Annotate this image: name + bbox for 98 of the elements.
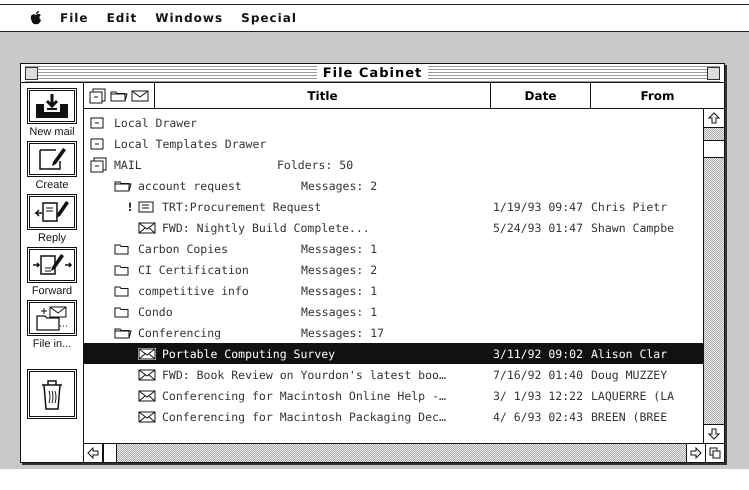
item-title: Carbon Copies [138,242,228,256]
date-cell-text: 1/19/93 09:47 [492,200,584,214]
note-icon [138,200,156,212]
create-button[interactable] [27,141,77,177]
reply-page-icon [33,199,71,225]
item-title: Local Templates Drawer [114,136,266,150]
menu-item[interactable]: Windows [155,11,224,25]
envelope-icon [138,348,156,360]
item-title: Conferencing for Macintosh Online Help -… [162,388,446,402]
menu-item[interactable]: File [60,11,89,25]
item-info: Messages: 2 [301,262,378,276]
right-arrow-icon[interactable] [690,447,702,459]
list-row[interactable]: Carbon Copies Messages: 1 [84,238,703,259]
list-row[interactable]: Condo Messages: 1 [84,301,703,322]
sender-cell-text: Alison Clar [591,346,668,360]
column-header[interactable]: Title [155,83,491,108]
drawer-icon [90,116,104,128]
sender-cell-text: LAQUERRE (LA [591,388,676,402]
item-title: CI Certification [138,262,249,276]
sender-cell-text: Chris Pietr [591,200,668,214]
scroll-thumb[interactable] [704,140,724,158]
date-cell-text: 7/16/92 01:40 [492,368,584,382]
item-title: Portable Computing Survey [162,346,336,360]
date-cell-text: 3/ 1/93 12:22 [492,388,584,402]
file-in-button[interactable] [27,300,77,336]
priority-text: ! [126,200,134,214]
envelope-icon [138,222,156,234]
forward-button[interactable] [27,247,77,283]
sender-cell-text: BREEN (BREE [591,410,668,424]
item-info: Messages: 1 [301,242,378,256]
window-title: File Cabinet [316,66,428,80]
down-arrow-icon[interactable] [708,428,720,440]
item-info: Messages: 2 [301,178,378,192]
item-title: TRT:Procurement Request [162,200,322,214]
grow-box-icon[interactable] [709,447,721,459]
toolbar-label: Reply [38,232,66,244]
list-row[interactable]: FWD: Book Review on Yourdon's latest boo… 7/16/92 01:40 Doug MUZZEY [84,364,703,385]
list-row[interactable]: Conferencing for Macintosh Packaging Dec… 4/ 6/93 02:43 BREEN (BREE [84,406,703,427]
item-title: Local Drawer [114,116,198,130]
forward-page-icon [31,252,73,278]
cabinet-view-icon[interactable] [89,88,107,104]
folder-view-icon[interactable] [110,89,128,102]
sender-cell-text: Shawn Campbe [591,220,676,234]
item-info: Messages: 1 [301,304,378,318]
sender-cell-text: Doug MUZZEY [591,368,668,382]
envelope-icon [138,410,156,422]
pencil-page-icon [37,146,67,172]
envelope-icon [138,390,156,402]
new-mail-button[interactable] [27,88,77,124]
cabinet-icon [90,156,108,172]
selected-row[interactable]: Portable Computing Survey 3/11/92 09:02 Alison Clar [84,343,703,364]
list-row[interactable]: Local Drawer [84,112,703,133]
left-arrow-icon[interactable] [87,447,99,459]
item-title: Conferencing for Macintosh Packaging Dec… [162,410,446,424]
item-title: FWD: Nightly Build Complete... [162,220,370,234]
list-row[interactable]: FWD: Nightly Build Complete... 5/24/93 01:47 Shawn Campbe [84,217,703,238]
item-title: FWD: Book Review on Yourdon's latest boo… [162,368,446,382]
envelope-view-icon[interactable] [131,90,149,102]
vertical-scrollbar[interactable] [703,109,724,443]
list-row[interactable]: competitive info Messages: 1 [84,280,703,301]
list-row[interactable]: ! TRT:Procurement Request 1/19/93 09:47 Chris Pietr [84,196,703,217]
item-title: Conferencing [138,326,222,340]
item-title: MAIL [114,158,142,172]
list-row[interactable]: account request Messages: 2 [84,175,703,196]
date-cell-text: 5/24/93 01:47 [492,220,584,234]
toolbar-label: Forward [32,285,72,297]
reply-button[interactable] [27,194,77,230]
scroll-thumb[interactable] [103,444,117,462]
list-row[interactable]: Conferencing for Macintosh Online Help -… 3/ 1/93 12:22 LAQUERRE (LA [84,385,703,406]
date-cell-text: 4/ 6/93 02:43 [492,410,584,424]
toolbar-label: New mail [29,126,75,138]
item-info: Messages: 1 [301,284,378,298]
zoom-box[interactable] [707,66,720,80]
close-box[interactable] [25,66,38,80]
item-title: Condo [138,304,173,318]
menu-item[interactable]: Edit [106,11,138,25]
list-row[interactable]: Local Templates Drawer [84,133,703,154]
list-row[interactable]: MAIL Folders: 50 [84,154,703,175]
list-row[interactable]: CI Certification Messages: 2 [84,259,703,280]
up-arrow-icon[interactable] [708,112,720,124]
trash-button[interactable] [27,369,77,419]
apple-icon[interactable] [30,11,42,25]
item-title: account request [138,178,242,192]
column-header[interactable]: Date [491,83,591,108]
horizontal-scrollbar[interactable] [84,443,724,462]
list-row[interactable]: Conferencing Messages: 17 [84,322,703,343]
envelope-icon [138,368,156,380]
column-header[interactable]: From [591,83,724,108]
item-info: Messages: 17 [301,326,384,340]
item-info: Folders: 50 [277,158,354,172]
inbox-icon [33,92,71,120]
menu-item[interactable]: Special [241,11,297,25]
toolbar-label: File in... [32,338,72,350]
date-cell-text: 3/11/92 09:02 [492,346,584,360]
folder-envelope-icon [34,304,70,332]
toolbar-label: Create [35,179,69,191]
drawer-icon [90,138,104,150]
item-title: competitive info [138,284,249,298]
